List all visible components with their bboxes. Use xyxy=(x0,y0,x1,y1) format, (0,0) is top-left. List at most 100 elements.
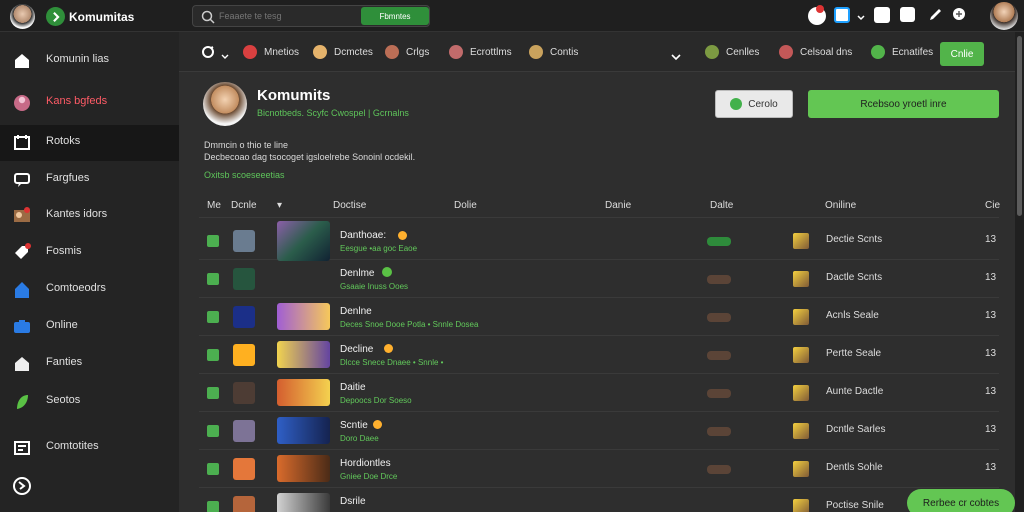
row-checkbox[interactable] xyxy=(207,235,219,247)
hero-icon xyxy=(779,45,793,59)
app-window: Komumitas Fbmntes Ko xyxy=(0,0,1024,512)
subnav-label: Cenlles xyxy=(726,46,760,58)
subnav-item-6[interactable]: Cenlles xyxy=(705,45,759,59)
table-row[interactable]: Dsrile Poctise Snile xyxy=(199,488,999,512)
notification-icon[interactable] xyxy=(808,5,826,25)
sidebar-item-sections[interactable]: Seotos xyxy=(0,384,179,420)
sidebar-item-chat[interactable]: Fargfues xyxy=(0,162,179,198)
check-circle-icon xyxy=(871,45,885,59)
row-checkbox[interactable] xyxy=(207,387,219,399)
sidebar-item-profile[interactable]: Kans bgfeds xyxy=(0,85,179,121)
row-small-avatar xyxy=(233,496,255,512)
row-online-status: Poctise Snile xyxy=(826,500,884,511)
subnav-label: Dcmctes xyxy=(334,46,373,58)
sidebar-item-home[interactable]: Komunin lias xyxy=(0,43,179,79)
row-count: 13 xyxy=(985,310,997,321)
row-online-status: Dcntle Sarles xyxy=(826,424,886,435)
row-name: Scntie xyxy=(340,420,368,431)
subnav-item-1[interactable]: Mnetios xyxy=(243,45,299,59)
table-row[interactable]: Decline Dlcce Snece Dnaee • Snnle • Pert… xyxy=(199,336,999,374)
briefcase-icon xyxy=(12,317,32,337)
table-row[interactable]: Denlme Gsaaie Inuss Ooes Dactle Scnts 13 xyxy=(199,260,999,298)
subnav-item-4[interactable]: Ecrottlms xyxy=(449,45,512,59)
search-button[interactable]: Fbmntes xyxy=(361,7,429,25)
subnav-more-icon[interactable] xyxy=(671,48,681,61)
row-count: 13 xyxy=(985,462,997,473)
user-avatar[interactable] xyxy=(10,4,35,29)
row-name: Dsrile xyxy=(340,496,366,507)
floating-action-button[interactable]: Rerbee cr cobtes xyxy=(907,489,1015,512)
row-online-avatar xyxy=(793,347,809,363)
sidebar-item-favorites[interactable]: Fanties xyxy=(0,346,179,382)
tag-icon xyxy=(12,243,32,263)
mask-icon xyxy=(449,45,463,59)
status-badge xyxy=(707,237,731,246)
sidebar-item-forums[interactable]: Fosmis xyxy=(0,235,179,271)
sidebar-item-users[interactable]: Kantes idors xyxy=(0,198,179,234)
subnav-cta-button[interactable]: Cnlie xyxy=(940,42,984,66)
profile-badge-icon[interactable] xyxy=(834,7,850,23)
sidebar-label: Komunin lias xyxy=(46,53,109,65)
row-checkbox[interactable] xyxy=(207,463,219,475)
subnav-item-5[interactable]: Contis xyxy=(529,45,578,59)
sidebar-item-events[interactable]: Rotoks xyxy=(0,125,179,161)
table-row[interactable]: Daitie Depoocs Dor Soeso Aunte Dactle 13 xyxy=(199,374,999,412)
table-row[interactable]: Scntie Doro Daee Dcntle Sarles 13 xyxy=(199,412,999,450)
square-icon[interactable] xyxy=(900,7,915,22)
row-name: Daitie xyxy=(340,382,366,393)
table-row[interactable]: Hordiontles Gniee Doe Drce Dentls Sohle … xyxy=(199,450,999,488)
table-row[interactable]: Danthoae: Eesgue •aa goc Eaoe Dectie Scn… xyxy=(199,221,999,261)
profile-subtitle: Bicnotbeds. Scyfc Cwospel | Gcrnalns xyxy=(257,108,409,118)
row-subtext: Gniee Doe Drce xyxy=(340,472,398,481)
refresh-icon[interactable] xyxy=(201,45,215,59)
check-icon xyxy=(730,98,743,110)
search-icon xyxy=(201,10,215,24)
sidebar-item-online[interactable]: Online xyxy=(0,309,179,345)
sidebar-label: Fosmis xyxy=(46,245,82,257)
row-online-status: Acnls Seale xyxy=(826,310,879,321)
row-checkbox[interactable] xyxy=(207,425,219,437)
subnav-label: Celsoal dns xyxy=(800,46,853,58)
table-row[interactable]: Denlne Deces Snoe Dooe Potla • Snnle Dos… xyxy=(199,298,999,336)
outline-button[interactable]: Cerolo xyxy=(715,90,793,118)
subnav-item-2[interactable]: Dcmctes xyxy=(313,45,373,59)
sidebar-item-comments[interactable]: Comtotites xyxy=(0,430,179,466)
profile-link[interactable]: Oxitsb scoeseeetias xyxy=(204,170,285,180)
primary-button[interactable]: Rcebsoo yroetl inre xyxy=(808,90,999,118)
subnav-item-3[interactable]: Crlgs xyxy=(385,45,429,59)
row-checkbox[interactable] xyxy=(207,349,219,361)
pen-icon[interactable] xyxy=(928,7,943,22)
subnav-item-7[interactable]: Celsoal dns xyxy=(779,45,852,59)
outline-button-label: Cerolo xyxy=(748,98,778,110)
row-checkbox[interactable] xyxy=(207,501,219,512)
row-game-image xyxy=(277,417,330,444)
bookmark-icon xyxy=(12,354,32,374)
fire-icon xyxy=(398,231,407,240)
search-bar[interactable]: Fbmntes xyxy=(192,5,430,27)
subnav-dropdown-icon[interactable] xyxy=(221,48,229,59)
row-small-avatar xyxy=(233,306,255,328)
globe-icon[interactable] xyxy=(12,476,32,496)
scroll-thumb[interactable] xyxy=(1017,36,1022,216)
col-header-danie: Danie xyxy=(605,200,632,211)
sidebar-label: Fanties xyxy=(46,356,83,368)
app-icon[interactable] xyxy=(874,7,890,23)
row-online-avatar xyxy=(793,423,809,439)
sidebar-item-groups[interactable]: Comtoeodrs xyxy=(0,272,179,308)
sword-icon xyxy=(385,45,399,59)
row-online-avatar xyxy=(793,461,809,477)
status-badge xyxy=(707,427,731,436)
sort-icon[interactable]: ▾ xyxy=(277,200,282,211)
vertical-scrollbar[interactable] xyxy=(1015,32,1024,512)
search-input[interactable] xyxy=(219,9,354,23)
gamepad-icon[interactable] xyxy=(952,7,967,22)
row-checkbox[interactable] xyxy=(207,273,219,285)
profile-desc-line-1: Dmmcin o thio te line xyxy=(204,140,289,150)
row-checkbox[interactable] xyxy=(207,311,219,323)
subnav-item-8[interactable]: Ecnatifes xyxy=(871,45,933,59)
account-avatar[interactable] xyxy=(990,2,1018,30)
dropdown-icon[interactable] xyxy=(856,10,866,21)
row-game-image xyxy=(277,455,330,482)
row-online-status: Dectie Scnts xyxy=(826,234,883,245)
sidebar-label: Seotos xyxy=(46,394,81,406)
